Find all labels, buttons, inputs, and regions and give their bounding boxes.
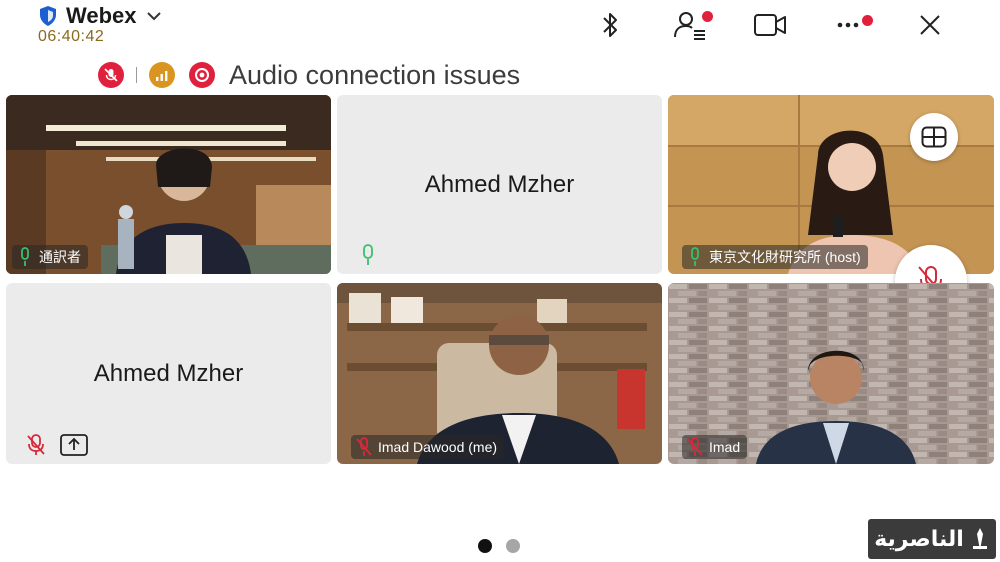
participant-name: 通訳者: [39, 249, 81, 265]
microphone-muted-icon: [27, 434, 45, 455]
participant-name-label: 通訳者: [12, 245, 88, 269]
microphone-icon: [691, 247, 699, 266]
meeting-header: Webex 06:40:42: [0, 0, 1000, 52]
network-stats-icon[interactable]: [149, 62, 175, 88]
chevron-down-icon[interactable]: [145, 7, 163, 25]
page-indicator: [478, 539, 520, 553]
audio-issue-message[interactable]: Audio connection issues: [229, 60, 520, 91]
participant-name: Ahmed Mzher: [424, 170, 575, 198]
participant-tile[interactable]: Ahmed Mzher: [6, 283, 331, 464]
shield-icon: [40, 6, 56, 26]
participant-tile[interactable]: Imad Dawood (me): [337, 283, 662, 464]
participant-name-label: Imad Dawood (me): [351, 435, 505, 459]
watermark-text: الناصرية: [874, 526, 964, 552]
participant-name: Imad: [709, 439, 741, 455]
meeting-timer: 06:40:42: [38, 28, 105, 45]
watermark-logo: الناصرية: [868, 519, 996, 559]
microphone-muted-icon[interactable]: [98, 62, 124, 88]
participants-alert-dot: [702, 11, 713, 22]
app-name: Webex: [66, 3, 137, 28]
recording-icon[interactable]: [189, 62, 215, 88]
bluetooth-icon: [603, 13, 617, 37]
divider: [136, 67, 137, 83]
more-options-button[interactable]: [810, 6, 890, 44]
participant-name-label: 東京文化財研究所 (host): [682, 245, 868, 269]
video-button[interactable]: [730, 6, 810, 44]
microphone-muted-icon: [687, 437, 703, 456]
app-switcher[interactable]: Webex: [38, 3, 163, 29]
more-options-alert-dot: [862, 15, 873, 26]
leave-meeting-button[interactable]: [890, 6, 970, 44]
layout-grid-icon: [921, 126, 947, 148]
close-icon: [920, 15, 940, 35]
share-screen-icon: [60, 434, 88, 456]
participant-tile[interactable]: Ahmed Mzher: [337, 95, 662, 274]
video-camera-icon: [754, 14, 786, 36]
microphone-muted-icon: [356, 437, 372, 456]
top-toolbar: [570, 6, 970, 44]
microphone-icon: [363, 244, 373, 265]
page-dot[interactable]: [506, 539, 520, 553]
more-options-icon: [837, 22, 859, 28]
microphone-icon: [21, 247, 29, 266]
meeting-status-bar: Audio connection issues: [98, 60, 520, 90]
share-screen-indicator: [60, 434, 88, 456]
participant-name: 東京文化財研究所 (host): [709, 249, 861, 265]
participants-button[interactable]: [650, 6, 730, 44]
participant-tile[interactable]: 通訳者: [6, 95, 331, 274]
participant-name: Imad Dawood (me): [378, 439, 498, 455]
layout-button[interactable]: [910, 113, 958, 161]
bluetooth-button[interactable]: [570, 6, 650, 44]
logo-icon: [972, 528, 987, 550]
participant-name: Ahmed Mzher: [93, 359, 244, 387]
page-dot-active[interactable]: [478, 539, 492, 553]
participant-tile[interactable]: Imad: [668, 283, 994, 464]
participant-name-label: Imad: [682, 435, 748, 459]
